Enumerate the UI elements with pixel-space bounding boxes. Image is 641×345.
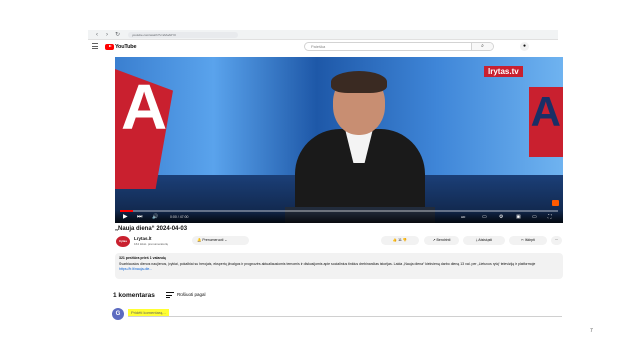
miniplayer-icon[interactable]: ▣ — [516, 213, 521, 221]
share-icon: ↗ — [432, 238, 436, 242]
fullscreen-icon[interactable]: ⛶ — [548, 213, 552, 221]
presenter-figure — [295, 71, 425, 223]
subscriber-count: 164 tūkst. prenumeratorių — [134, 242, 169, 246]
sort-icon[interactable] — [166, 292, 174, 299]
presentation-slide: ‹ › ↻ youtube.com/watch?v=sMuA0Y0 YouTub… — [0, 0, 641, 345]
youtube-logo-text: YouTube — [115, 43, 137, 50]
progress-bar[interactable] — [120, 210, 558, 212]
description-text: Svarbiausios dienos naujienos, įvykiai, … — [119, 262, 559, 272]
play-icon[interactable]: ▶ — [123, 213, 128, 221]
settings-icon[interactable]: ⚙ — [499, 213, 503, 221]
theater-mode-icon[interactable]: ▭ — [532, 213, 537, 221]
share-label: Bendrinti — [436, 238, 451, 242]
video-description[interactable]: 321 peržiūra prieš 1 valandą Svarbiausio… — [115, 253, 563, 279]
hd-badge: HD — [461, 215, 466, 219]
like-button[interactable]: 👍 11 👎 — [381, 236, 419, 245]
description-link[interactable]: https://lr.lt/nauja-die... — [119, 267, 152, 271]
browser-toolbar: ‹ › ↻ youtube.com/watch?v=sMuA0Y0 — [88, 30, 558, 40]
volume-icon[interactable]: 🔊 — [152, 213, 158, 221]
view-stats: 321 peržiūra prieš 1 valandą — [119, 256, 166, 260]
scissors-icon: ✂ — [520, 238, 524, 242]
progress-fill — [120, 210, 134, 212]
clip-button[interactable]: ✂ Iškirpti — [509, 236, 547, 245]
address-bar[interactable]: youtube.com/watch?v=sMuA0Y0 — [128, 32, 238, 38]
user-avatar: G — [112, 308, 124, 320]
more-actions-button[interactable]: ··· — [551, 236, 562, 245]
search-input[interactable]: Paieška ⌕ — [304, 42, 494, 51]
comment-placeholder: Pridėti komentarą... — [128, 309, 169, 316]
share-button[interactable]: ↗ Bendrinti — [424, 236, 459, 245]
search-button[interactable]: ⌕ — [471, 43, 493, 50]
url-text: youtube.com/watch?v=sMuA0Y0 — [132, 33, 176, 37]
subscribe-label: Prenumeruoti — [202, 238, 224, 242]
sort-button[interactable]: Rūšiuoti pagal — [177, 292, 206, 297]
voice-search-button[interactable]: ● — [520, 42, 529, 51]
player-controls: ▶ ⏭ 🔊 0:00 / 47:00 HD ▭ ⚙ ▣ ▭ ⛶ — [115, 210, 563, 223]
reload-icon[interactable]: ↻ — [115, 31, 120, 39]
back-icon[interactable]: ‹ — [96, 31, 98, 39]
time-display: 0:00 / 47:00 — [170, 215, 189, 219]
description-body: Svarbiausios dienos naujienos, įvykiai, … — [119, 262, 536, 266]
like-count: 11 — [398, 238, 402, 242]
slide-page-number: 7 — [590, 328, 593, 334]
youtube-play-logo-icon — [105, 43, 114, 50]
download-button[interactable]: ⤓ Atsisiųsti — [463, 236, 505, 245]
thumbs-up-icon: 👍 — [392, 238, 398, 242]
channel-watermark: lrytas.tv — [484, 66, 523, 77]
video-title: „Nauja diena“ 2024-04-03 — [115, 226, 188, 232]
hamburger-menu-icon[interactable] — [92, 43, 98, 49]
channel-avatar[interactable]: lrytas — [116, 236, 130, 247]
comment-count: 1 komentaras — [113, 292, 155, 299]
download-label: Atsisiųsti — [478, 238, 493, 242]
youtube-logo[interactable]: YouTube — [105, 43, 137, 50]
thumbs-down-icon[interactable]: 👎 — [403, 238, 407, 242]
comment-input[interactable]: Pridėti komentarą... — [128, 309, 562, 317]
microphone-icon: ● — [522, 43, 527, 49]
video-player[interactable]: A A lrytas.tv ▶ ⏭ 🔊 0:00 / 47:00 HD ▭ ⚙ … — [115, 57, 563, 223]
bell-icon: 🔔 — [197, 238, 202, 242]
search-placeholder: Paieška — [311, 44, 326, 49]
forward-icon[interactable]: › — [106, 31, 108, 39]
studio-logo-letter-right: A — [530, 88, 561, 135]
subtitles-icon[interactable]: ▭ — [482, 213, 487, 221]
studio-logo-letter: A — [121, 71, 167, 143]
next-icon[interactable]: ⏭ — [137, 213, 142, 221]
clip-label: Iškirpti — [524, 238, 536, 242]
chevron-down-icon: ⌄ — [224, 238, 228, 242]
youtube-header: YouTube Paieška ⌕ ● — [88, 40, 558, 53]
presenter-hair — [331, 71, 387, 93]
settings-badge-icon — [552, 200, 559, 206]
channel-name[interactable]: Lrytas.lt — [134, 236, 152, 241]
search-icon: ⌕ — [481, 43, 484, 49]
subscribe-button[interactable]: 🔔 Prenumeruoti ⌄ — [192, 236, 249, 245]
